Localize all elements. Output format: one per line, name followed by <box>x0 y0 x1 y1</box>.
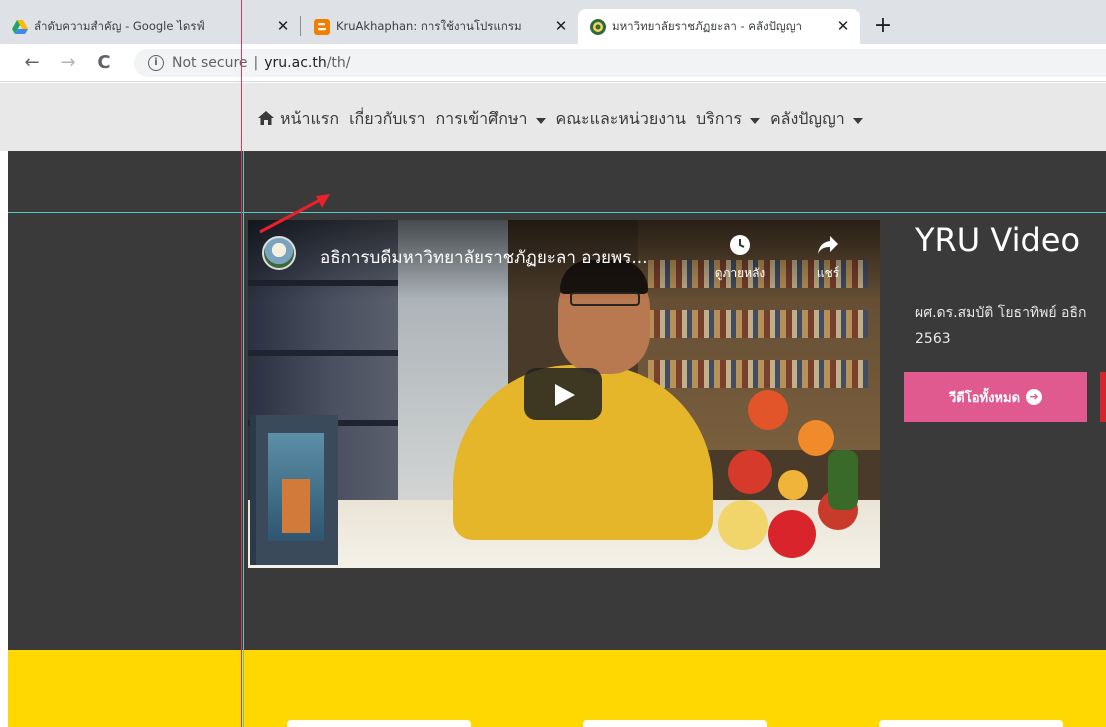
nav-item-label: การเข้าศึกษา <box>435 109 528 128</box>
watch-later-button[interactable]: ดูภายหลัง <box>710 234 770 283</box>
watch-later-label: ดูภายหลัง <box>714 266 766 280</box>
panel-description: ผศ.ดร.สมบัติ โยธาทิพย์ อธิก 2563 <box>915 300 1106 352</box>
play-button[interactable] <box>524 368 602 420</box>
yellow-section <box>8 650 1106 727</box>
nav-item-label: หน้าแรก <box>280 109 340 128</box>
nav-item-about[interactable]: เกี่ยวกับเรา <box>349 107 425 132</box>
site-nav-bar: หน้าแรก เกี่ยวกับเรา การเข้าศึกษา คณะและ… <box>0 83 1106 151</box>
share-button[interactable]: แชร์ <box>798 234 858 283</box>
panel-description-line: ผศ.ดร.สมบัติ โยธาทิพย์ อธิก <box>915 305 1087 321</box>
channel-avatar[interactable] <box>262 236 296 270</box>
address-bar[interactable]: i Not secure | yru.ac.th /th/ <box>134 49 1106 77</box>
site-menu: หน้าแรก เกี่ยวกับเรา การเข้าศึกษา คณะและ… <box>258 107 863 132</box>
video-flowers <box>708 390 878 568</box>
nav-item-services[interactable]: บริการ <box>696 107 760 132</box>
video-title[interactable]: อธิการบดีมหาวิทยาลัยราชภัฏยะลา อวยพร... <box>320 244 648 271</box>
secondary-button-edge[interactable] <box>1100 372 1106 422</box>
share-icon <box>798 234 858 264</box>
yru-site-icon <box>590 19 606 35</box>
nav-item-home[interactable]: หน้าแรก <box>258 107 339 132</box>
nav-item-knowledge[interactable]: คลังปัญญา <box>770 107 863 132</box>
arrow-right-circle-icon: ➜ <box>1026 389 1043 405</box>
clock-icon <box>710 234 770 264</box>
tab-title: ลำดับความสำคัญ - Google ไดรฟ์ <box>34 18 204 33</box>
caret-down-icon <box>852 117 863 124</box>
security-label: Not secure <box>172 55 248 71</box>
embedded-video-player[interactable]: อธิการบดีมหาวิทยาลัยราชภัฏยะลา อวยพร... … <box>248 220 880 568</box>
share-label: แชร์ <box>816 266 840 280</box>
home-icon <box>258 110 274 129</box>
nav-item-label: บริการ <box>695 109 742 128</box>
nav-item-label: คณะและหน่วยงาน <box>555 109 686 128</box>
address-separator: | <box>253 55 259 71</box>
nav-item-admission[interactable]: การเข้าศึกษา <box>435 107 546 132</box>
close-tab-icon[interactable]: ✕ <box>834 17 852 35</box>
browser-toolbar: ← → C i Not secure | yru.ac.th /th/ <box>0 44 1106 82</box>
tab-title: KruAkhaphan: การใช้งานโปรแกรม Fa <box>336 18 526 33</box>
caret-down-icon <box>749 117 760 124</box>
tab-title: มหาวิทยาลัยราชภัฏยะลา - คลังปัญญา <box>612 18 802 33</box>
address-host: yru.ac.th <box>264 55 327 71</box>
card[interactable] <box>879 720 1063 727</box>
tab-google-drive[interactable]: ลำดับความสำคัญ - Google ไดรฟ์ ✕ <box>0 9 300 44</box>
close-tab-icon[interactable]: ✕ <box>274 17 292 35</box>
annotation-arrow-icon <box>259 194 330 234</box>
tab-yru-active[interactable]: มหาวิทยาลัยราชภัฏยะลา - คลังปัญญา ✕ <box>578 9 860 44</box>
browser-tab-strip: ลำดับความสำคัญ - Google ไดรฟ์ ✕ KruAkhap… <box>0 0 1106 44</box>
panel-title: YRU Video <box>915 221 1081 259</box>
guide-line-vertical-red <box>241 0 242 727</box>
screen: ลำดับความสำคัญ - Google ไดรฟ์ ✕ KruAkhap… <box>0 0 1106 727</box>
nav-item-faculties[interactable]: คณะและหน่วยงาน <box>556 107 686 132</box>
nav-item-label: คลังปัญญา <box>769 109 845 128</box>
forward-button[interactable]: → <box>56 51 80 75</box>
reload-button[interactable]: C <box>92 51 116 75</box>
tab-kruakhaphan[interactable]: KruAkhaphan: การใช้งานโปรแกรม Fa ✕ <box>302 9 578 44</box>
caret-down-icon <box>535 117 546 124</box>
new-tab-button[interactable]: + <box>870 14 896 40</box>
page-left-margin <box>0 151 8 727</box>
info-icon[interactable]: i <box>148 55 164 71</box>
all-videos-label: วีดีโอทั้งหมด <box>948 390 1021 406</box>
panel-description-line: 2563 <box>915 331 951 347</box>
tab-separator <box>300 16 301 36</box>
video-book <box>250 415 338 565</box>
close-tab-icon[interactable]: ✕ <box>552 17 570 35</box>
blogger-icon <box>314 19 330 35</box>
back-button[interactable]: ← <box>20 51 44 75</box>
card[interactable] <box>287 720 471 727</box>
card[interactable] <box>583 720 767 727</box>
guide-line-horizontal <box>8 212 1106 213</box>
guide-line-vertical <box>243 151 244 727</box>
google-drive-icon <box>12 19 28 35</box>
all-videos-button[interactable]: วีดีโอทั้งหมด ➜ <box>904 372 1087 422</box>
nav-item-label: เกี่ยวกับเรา <box>349 109 426 128</box>
address-path: /th/ <box>326 55 351 71</box>
